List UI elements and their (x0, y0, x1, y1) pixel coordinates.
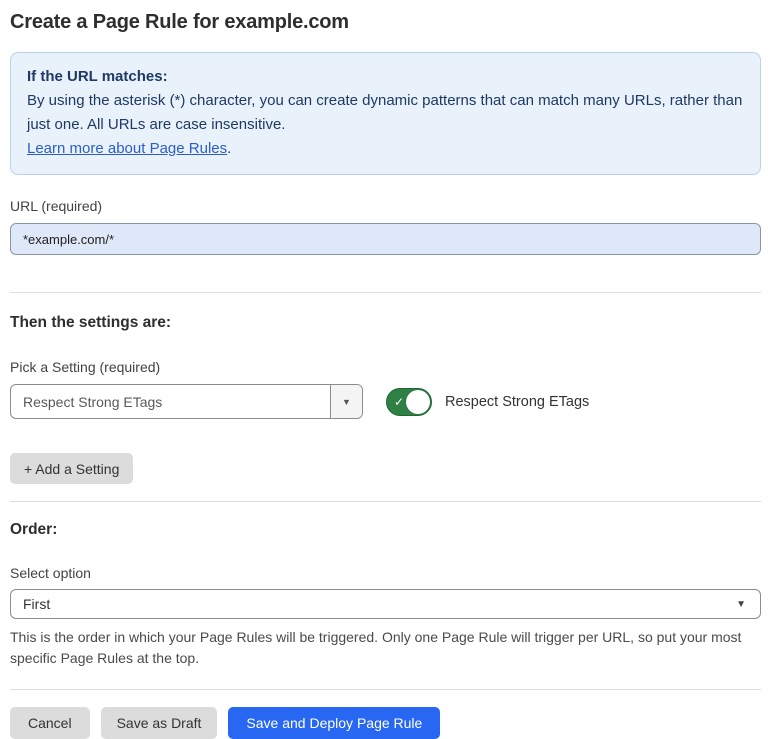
save-and-deploy-button[interactable]: Save and Deploy Page Rule (228, 707, 440, 739)
checkmark-icon: ✓ (394, 396, 404, 408)
setting-row: Respect Strong ETags ▼ ✓ Respect Strong … (10, 384, 761, 419)
section-divider (10, 292, 761, 293)
pick-setting-label: Pick a Setting (required) (10, 359, 761, 376)
link-suffix: . (227, 140, 231, 157)
order-select-label: Select option (10, 565, 761, 582)
order-select-value: First (23, 596, 736, 612)
order-section-heading: Order: (10, 520, 761, 539)
setting-select-arrow-button[interactable]: ▼ (330, 385, 362, 418)
footer-divider (10, 689, 761, 690)
section-divider (10, 501, 761, 502)
save-as-draft-button[interactable]: Save as Draft (101, 707, 218, 739)
add-setting-button[interactable]: + Add a Setting (10, 453, 133, 484)
info-box-body: By using the asterisk (*) character, you… (27, 89, 744, 137)
setting-toggle[interactable]: ✓ (386, 388, 432, 416)
dropdown-arrow-icon: ▼ (342, 397, 351, 407)
toggle-label: Respect Strong ETags (445, 394, 589, 410)
cancel-button[interactable]: Cancel (10, 707, 90, 739)
order-select[interactable]: First ▼ (10, 589, 761, 619)
dropdown-arrow-icon: ▼ (736, 599, 746, 610)
settings-section-heading: Then the settings are: (10, 313, 761, 332)
page-title: Create a Page Rule for example.com (10, 10, 761, 34)
setting-select[interactable]: Respect Strong ETags ▼ (10, 384, 363, 419)
learn-more-link[interactable]: Learn more about Page Rules (27, 140, 227, 157)
url-field-label: URL (required) (10, 198, 761, 215)
toggle-knob (406, 390, 430, 414)
setting-select-value: Respect Strong ETags (11, 385, 330, 418)
footer-actions: Cancel Save as Draft Save and Deploy Pag… (10, 707, 761, 739)
info-box-heading: If the URL matches: (27, 65, 744, 89)
page-rule-form: Create a Page Rule for example.com If th… (0, 10, 769, 739)
url-input[interactable] (10, 223, 761, 255)
info-box-link-line: Learn more about Page Rules. (27, 137, 744, 161)
url-match-info-box: If the URL matches: By using the asteris… (10, 52, 761, 175)
order-help-text: This is the order in which your Page Rul… (10, 627, 761, 669)
